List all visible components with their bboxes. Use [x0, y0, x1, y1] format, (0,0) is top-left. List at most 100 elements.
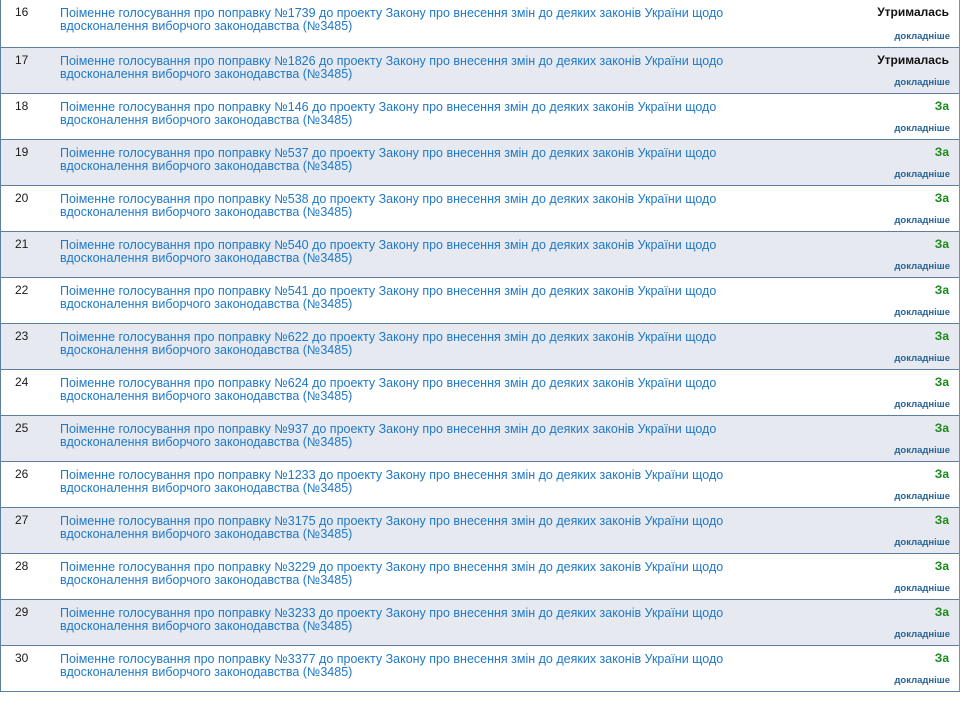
vote-title-line-2: вдосконалення виборчого законодавства (№…: [60, 113, 353, 127]
vote-title-line-2: вдосконалення виборчого законодавства (№…: [60, 573, 353, 587]
vote-title-line-2: вдосконалення виборчого законодавства (№…: [60, 205, 353, 219]
vote-title-link[interactable]: Поіменне голосування про поправку №3377 …: [60, 653, 780, 679]
vote-row: 18 Поіменне голосування про поправку №14…: [0, 94, 959, 140]
vote-result: За: [934, 191, 949, 205]
more-details-link[interactable]: докладніше: [894, 260, 950, 273]
vote-title-line-2: вдосконалення виборчого законодавства (№…: [60, 389, 353, 403]
vote-number: 16: [15, 5, 29, 19]
vote-title-link[interactable]: Поіменне голосування про поправку №537 д…: [60, 147, 780, 173]
vote-row: 17 Поіменне голосування про поправку №18…: [0, 48, 959, 94]
vote-row: 30 Поіменне голосування про поправку №33…: [0, 646, 959, 692]
vote-row: 26 Поіменне голосування про поправку №12…: [0, 462, 959, 508]
vote-title-link[interactable]: Поіменне голосування про поправку №3233 …: [60, 607, 780, 633]
vote-title-line-1: Поіменне голосування про поправку №3233 …: [60, 606, 724, 620]
vote-title-line-2: вдосконалення виборчого законодавства (№…: [60, 297, 353, 311]
vote-number: 29: [15, 605, 29, 619]
vote-title-line-2: вдосконалення виборчого законодавства (№…: [60, 481, 353, 495]
vote-row: 24 Поіменне голосування про поправку №62…: [0, 370, 959, 416]
more-details-link[interactable]: докладніше: [894, 582, 950, 595]
vote-result: За: [934, 145, 949, 159]
vote-number: 30: [15, 651, 29, 665]
vote-result: За: [934, 559, 949, 573]
vote-result: За: [934, 421, 949, 435]
vote-title-link[interactable]: Поіменне голосування про поправку №540 д…: [60, 239, 780, 265]
more-details-link[interactable]: докладніше: [894, 490, 950, 503]
vote-result: За: [934, 651, 949, 665]
vote-title-line-1: Поіменне голосування про поправку №622 д…: [60, 330, 717, 344]
vote-title-link[interactable]: Поіменне голосування про поправку №3175 …: [60, 515, 780, 541]
vote-number: 17: [15, 53, 29, 67]
more-details-link[interactable]: докладніше: [894, 352, 950, 365]
vote-title-line-2: вдосконалення виборчого законодавства (№…: [60, 19, 353, 33]
vote-title-link[interactable]: Поіменне голосування про поправку №1739 …: [60, 7, 780, 33]
vote-result: За: [934, 467, 949, 481]
vote-title-line-2: вдосконалення виборчого законодавства (№…: [60, 435, 353, 449]
vote-title-link[interactable]: Поіменне голосування про поправку №541 д…: [60, 285, 780, 311]
vote-row: 16 Поіменне голосування про поправку №17…: [0, 0, 959, 48]
vote-number: 27: [15, 513, 29, 527]
more-details-link[interactable]: докладніше: [894, 214, 950, 227]
vote-title-link[interactable]: Поіменне голосування про поправку №146 д…: [60, 101, 780, 127]
vote-title-line-1: Поіменне голосування про поправку №3377 …: [60, 652, 724, 666]
vote-title-line-1: Поіменне голосування про поправку №3175 …: [60, 514, 724, 528]
more-details-link[interactable]: докладніше: [894, 536, 950, 549]
vote-title-line-1: Поіменне голосування про поправку №3229 …: [60, 560, 724, 574]
vote-title-line-1: Поіменне голосування про поправку №538 д…: [60, 192, 717, 206]
vote-title-line-2: вдосконалення виборчого законодавства (№…: [60, 619, 353, 633]
vote-title-line-1: Поіменне голосування про поправку №1739 …: [60, 6, 724, 20]
vote-title-line-2: вдосконалення виборчого законодавства (№…: [60, 527, 353, 541]
vote-result: За: [934, 99, 949, 113]
vote-number: 21: [15, 237, 29, 251]
vote-title-line-1: Поіменне голосування про поправку №1233 …: [60, 468, 724, 482]
vote-number: 19: [15, 145, 29, 159]
vote-title-link[interactable]: Поіменне голосування про поправку №3229 …: [60, 561, 780, 587]
vote-result: За: [934, 237, 949, 251]
vote-title-link[interactable]: Поіменне голосування про поправку №622 д…: [60, 331, 780, 357]
vote-title-link[interactable]: Поіменне голосування про поправку №624 д…: [60, 377, 780, 403]
vote-title-link[interactable]: Поіменне голосування про поправку №1233 …: [60, 469, 780, 495]
vote-title-line-1: Поіменне голосування про поправку №937 д…: [60, 422, 717, 436]
more-details-link[interactable]: докладніше: [894, 30, 950, 43]
more-details-link[interactable]: докладніше: [894, 122, 950, 135]
vote-list: 16 Поіменне голосування про поправку №17…: [0, 0, 960, 692]
vote-title-line-2: вдосконалення виборчого законодавства (№…: [60, 159, 353, 173]
vote-result: Утрималась: [877, 53, 949, 67]
vote-title-line-2: вдосконалення виборчого законодавства (№…: [60, 67, 353, 81]
vote-number: 25: [15, 421, 29, 435]
vote-title-line-1: Поіменне голосування про поправку №540 д…: [60, 238, 717, 252]
vote-row: 22 Поіменне голосування про поправку №54…: [0, 278, 959, 324]
more-details-link[interactable]: докладніше: [894, 168, 950, 181]
vote-title-link[interactable]: Поіменне голосування про поправку №538 д…: [60, 193, 780, 219]
vote-result: Утрималась: [877, 5, 949, 19]
vote-row: 20 Поіменне голосування про поправку №53…: [0, 186, 959, 232]
vote-row: 21 Поіменне голосування про поправку №54…: [0, 232, 959, 278]
vote-number: 26: [15, 467, 29, 481]
vote-title-line-1: Поіменне голосування про поправку №541 д…: [60, 284, 717, 298]
vote-row: 28 Поіменне голосування про поправку №32…: [0, 554, 959, 600]
more-details-link[interactable]: докладніше: [894, 628, 950, 641]
more-details-link[interactable]: докладніше: [894, 306, 950, 319]
more-details-link[interactable]: докладніше: [894, 444, 950, 457]
vote-title-line-2: вдосконалення виборчого законодавства (№…: [60, 251, 353, 265]
vote-row: 19 Поіменне голосування про поправку №53…: [0, 140, 959, 186]
vote-title-line-1: Поіменне голосування про поправку №624 д…: [60, 376, 717, 390]
vote-number: 24: [15, 375, 29, 389]
vote-number: 23: [15, 329, 29, 343]
more-details-link[interactable]: докладніше: [894, 398, 950, 411]
vote-result: За: [934, 375, 949, 389]
more-details-link[interactable]: докладніше: [894, 674, 950, 687]
vote-title-link[interactable]: Поіменне голосування про поправку №937 д…: [60, 423, 780, 449]
vote-number: 20: [15, 191, 29, 205]
vote-number: 28: [15, 559, 29, 573]
vote-row: 23 Поіменне голосування про поправку №62…: [0, 324, 959, 370]
more-details-link[interactable]: докладніше: [894, 76, 950, 89]
vote-title-line-1: Поіменне голосування про поправку №537 д…: [60, 146, 717, 160]
vote-result: За: [934, 329, 949, 343]
vote-number: 18: [15, 99, 29, 113]
vote-title-line-1: Поіменне голосування про поправку №1826 …: [60, 54, 724, 68]
vote-title-link[interactable]: Поіменне голосування про поправку №1826 …: [60, 55, 780, 81]
vote-title-line-2: вдосконалення виборчого законодавства (№…: [60, 343, 353, 357]
vote-row: 27 Поіменне голосування про поправку №31…: [0, 508, 959, 554]
vote-row: 25 Поіменне голосування про поправку №93…: [0, 416, 959, 462]
vote-number: 22: [15, 283, 29, 297]
